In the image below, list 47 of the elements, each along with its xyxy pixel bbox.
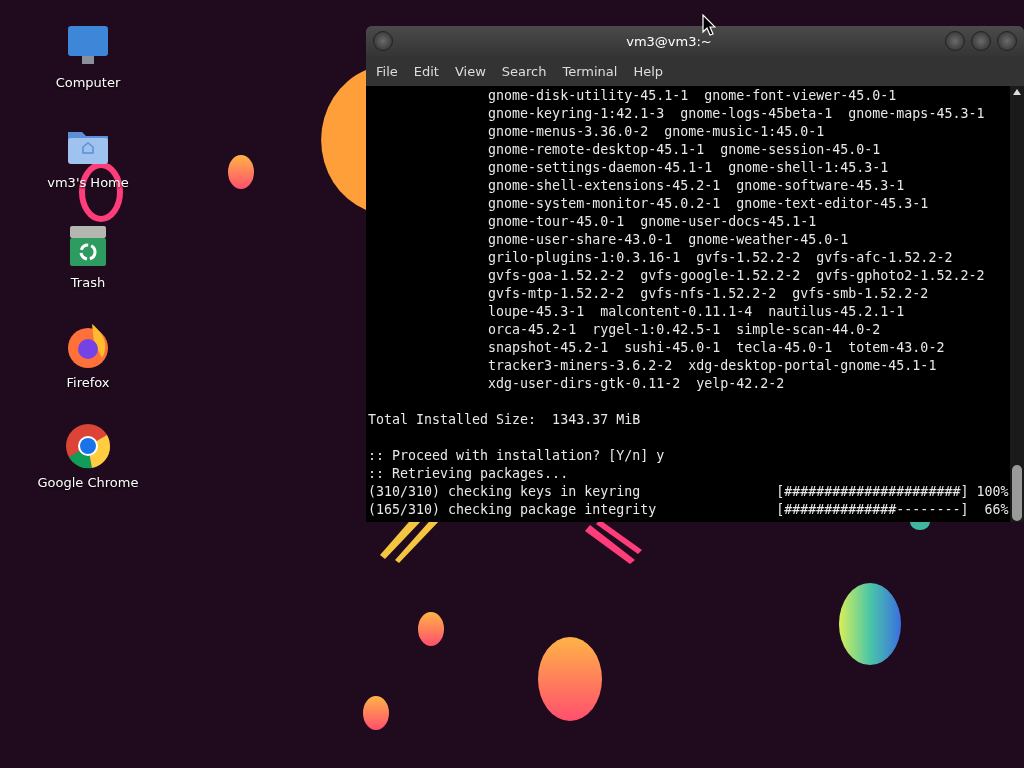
terminal-line: :: Retrieving packages... xyxy=(368,465,569,483)
scroll-up-icon[interactable] xyxy=(1012,88,1022,96)
terminal-line: snapshot-45.2-1 sushi-45.0-1 tecla-45.0-1 totem-43.0-2 xyxy=(487,339,945,357)
terminal-line: gnome-shell-extensions-45.2-1 gnome-software-45.3-1 xyxy=(487,177,905,195)
terminal-line: Total Installed Size: 1343.37 MiB xyxy=(368,411,641,429)
desktop-icon-label[interactable]: Firefox xyxy=(66,375,110,390)
terminal-line: (310/310) checking keys in keyring [######################] 100% xyxy=(368,483,1009,501)
terminal-line: gnome-system-monitor-45.0.2-1 gnome-text-editor-45.3-1 xyxy=(487,195,929,213)
desktop-icon-label[interactable]: Trash xyxy=(70,275,106,290)
terminal-line: gnome-user-share-43.0-1 gnome-weather-45.0-1 xyxy=(487,231,849,249)
wallpaper-blob xyxy=(418,612,444,646)
chrome-logo-icon xyxy=(64,422,112,470)
menu-item[interactable]: File xyxy=(368,59,406,83)
desktop-icon-label[interactable]: Computer xyxy=(55,75,121,90)
terminal-line: (165/310) checking package integrity [##############--------] 66% xyxy=(368,501,1009,519)
terminal-line: tracker3-miners-3.6.2-2 xdg-desktop-portal-gnome-45.1-1 xyxy=(487,357,937,375)
menu-item[interactable]: Terminal xyxy=(554,59,626,83)
menu-item[interactable]: Search xyxy=(493,59,555,83)
window-menu-button[interactable] xyxy=(373,31,393,51)
desktop-icon-label[interactable]: Google Chrome xyxy=(37,475,139,490)
mouse-pointer-icon xyxy=(702,14,716,36)
scrollbar-thumb[interactable] xyxy=(1012,465,1022,521)
close-button[interactable] xyxy=(997,31,1017,51)
terminal-line: :: Proceed with installation? [Y/n] y xyxy=(368,447,665,465)
terminal-line: gnome-menus-3.36.0-2 gnome-music-1:45.0-1 xyxy=(487,123,825,141)
wallpaper-blob xyxy=(910,522,930,530)
window-title: vm3@vm3:~ xyxy=(625,33,713,49)
terminal-line: gnome-keyring-1:42.1-3 gnome-logs-45beta-1 gnome-maps-45.3-1 xyxy=(487,105,985,123)
menu-item[interactable]: Help xyxy=(625,59,672,83)
terminal-line: gnome-tour-45.0-1 gnome-user-docs-45.1-1 xyxy=(487,213,817,231)
terminal-line: gnome-settings-daemon-45.1-1 gnome-shell-1:45.3-1 xyxy=(487,159,889,177)
terminal-line: gnome-remote-desktop-45.1-1 gnome-session-45.0-1 xyxy=(487,141,881,159)
scrollbar[interactable] xyxy=(1010,86,1024,522)
terminal-line: grilo-plugins-1:0.3.16-1 gvfs-1.52.2-2 gvfs-afc-1.52.2-2 xyxy=(487,249,953,267)
terminal-line: loupe-45.3-1 malcontent-0.11.1-4 nautilus-45.2.1-1 xyxy=(487,303,905,321)
wallpaper-blob xyxy=(363,696,389,730)
minimize-button[interactable] xyxy=(945,31,965,51)
wallpaper-blob xyxy=(228,155,254,189)
terminal-line: gvfs-mtp-1.52.2-2 gvfs-nfs-1.52.2-2 gvfs-smb-1.52.2-2 xyxy=(487,285,929,303)
terminal-line: gnome-disk-utility-45.1-1 gnome-font-viewer-45.0-1 xyxy=(487,87,897,105)
terminal-line: gvfs-goa-1.52.2-2 gvfs-google-1.52.2-2 gvfs-gphoto2-1.52.2-2 xyxy=(487,267,985,285)
terminal-line: orca-45.2-1 rygel-1:0.42.5-1 simple-scan-44.0-2 xyxy=(487,321,881,339)
menu-item[interactable]: View xyxy=(446,59,494,83)
menu-item[interactable]: Edit xyxy=(405,59,447,83)
terminal-line: xdg-user-dirs-gtk-0.11-2 yelp-42.2-2 xyxy=(487,375,785,393)
stripe-shape xyxy=(585,520,642,564)
maximize-button[interactable] xyxy=(971,31,991,51)
